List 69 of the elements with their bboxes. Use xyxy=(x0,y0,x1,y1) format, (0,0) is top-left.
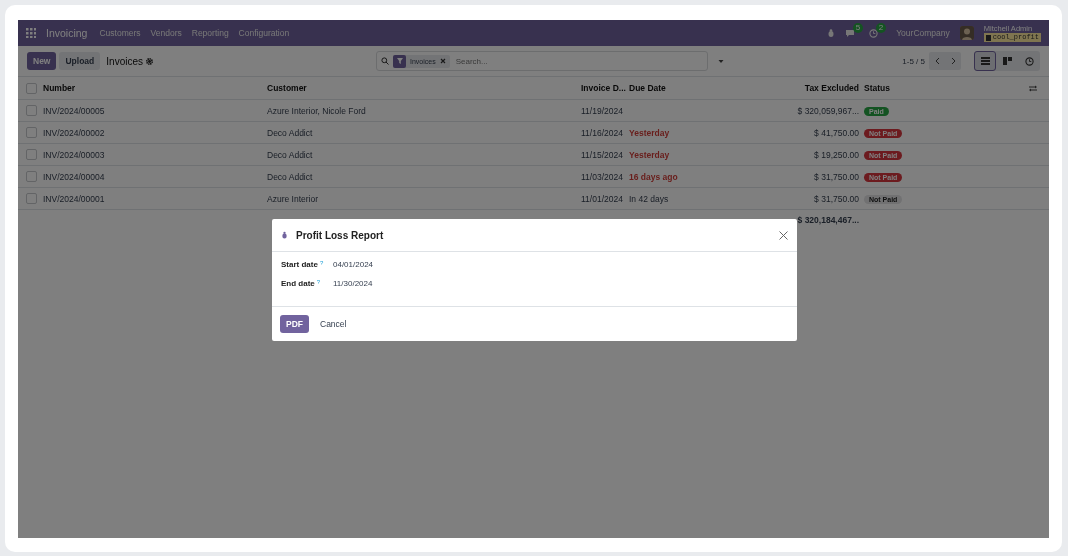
select-all-checkbox[interactable] xyxy=(26,82,37,94)
view-switch-button[interactable] xyxy=(974,51,996,71)
dialog-title: Profit Loss Report xyxy=(296,229,384,241)
table-cell-text: Azure Interior, Nicole Ford xyxy=(267,105,367,116)
table-cell-text: Yesterday xyxy=(629,127,671,138)
table-cell-text: INV/2024/00005 xyxy=(43,105,106,116)
row-checkbox[interactable] xyxy=(26,193,37,204)
table-cell-text: INV/2024/00003 xyxy=(43,149,106,160)
next-icon[interactable] xyxy=(950,57,956,65)
close-icon[interactable] xyxy=(779,230,788,240)
table-cell-text: $ 41,750.00 xyxy=(813,127,860,138)
table-cell-text: $ 320,059,967... xyxy=(796,105,860,116)
clock-icon[interactable] xyxy=(869,28,879,38)
date-field[interactable]: 04/01/2024 xyxy=(333,260,374,269)
column-header[interactable]: Tax Excluded xyxy=(740,83,864,93)
cancel-button[interactable]: Cancel xyxy=(314,315,353,333)
table-cell-text: Deco Addict xyxy=(267,171,314,182)
app-name[interactable]: Invoicing xyxy=(46,27,88,39)
column-header[interactable]: Number xyxy=(43,83,267,93)
breadcrumb: Invoices xyxy=(106,55,143,67)
table-cell-text: INV/2024/00004 xyxy=(43,171,106,182)
upload-button[interactable]: Upload xyxy=(59,52,101,70)
table-cell-text: 11/01/2024 xyxy=(581,193,624,204)
table-cell-text: Deco Addict xyxy=(267,149,314,160)
table-cell-text: 11/15/2024 xyxy=(581,149,624,160)
row-checkbox[interactable] xyxy=(26,127,37,138)
field-label: Start date xyxy=(281,260,318,269)
search-icon xyxy=(381,57,389,65)
database-icon xyxy=(985,34,991,41)
previous-icon[interactable] xyxy=(934,57,940,65)
kanban-view-icon xyxy=(1002,57,1012,65)
total-amount: $ 320,184,467... xyxy=(796,215,860,225)
pager-value[interactable]: 1-5 / 5 xyxy=(902,56,925,66)
date-field[interactable]: 11/30/2024 xyxy=(333,279,373,288)
clock-icon xyxy=(1024,56,1034,66)
new-button[interactable]: New xyxy=(27,52,57,70)
field-label: End date xyxy=(281,279,315,288)
column-settings-icon[interactable] xyxy=(1029,84,1037,92)
column-header[interactable]: Customer xyxy=(267,83,581,93)
table-cell-text: 11/16/2024 xyxy=(581,127,624,138)
table-cell-text: In 42 days xyxy=(629,193,670,204)
table-cell-text: 11/19/2024 xyxy=(581,105,624,116)
row-checkbox[interactable] xyxy=(26,171,37,182)
table-cell-text: $ 31,750.00 xyxy=(813,193,860,204)
list-view-icon xyxy=(980,57,990,65)
column-header[interactable]: Due Date xyxy=(629,83,740,93)
table-cell-text: Azure Interior xyxy=(267,193,320,204)
close-icon[interactable] xyxy=(439,58,446,64)
table-cell-text: INV/2024/00001 xyxy=(43,193,106,204)
table-cell-text: Deco Addict xyxy=(267,127,314,138)
row-checkbox[interactable] xyxy=(26,149,37,160)
menu-item[interactable]: Vendors xyxy=(150,28,182,38)
row-checkbox[interactable] xyxy=(26,105,37,116)
message-count: 5 xyxy=(852,22,864,33)
activity-count: 2 xyxy=(875,22,887,33)
apps-grid-icon[interactable] xyxy=(26,28,36,38)
table-cell-text: INV/2024/00002 xyxy=(43,127,106,138)
column-header[interactable]: Status xyxy=(864,83,1029,93)
table-cell-text: 11/03/2024 xyxy=(581,171,624,182)
table-cell-text: Yesterday xyxy=(629,149,671,160)
filter-icon xyxy=(396,58,403,64)
table-cell-text: 16 days ago xyxy=(629,171,679,182)
column-header[interactable]: Invoice D... xyxy=(581,83,629,93)
chat-icon[interactable] xyxy=(845,28,856,38)
pdf-button[interactable]: PDF xyxy=(280,315,309,333)
table-cell-text: $ 19,250.00 xyxy=(813,149,860,160)
gear-icon[interactable] xyxy=(146,57,153,65)
table-cell-text: $ 31,750.00 xyxy=(813,171,860,182)
avatar-icon[interactable] xyxy=(959,26,974,40)
